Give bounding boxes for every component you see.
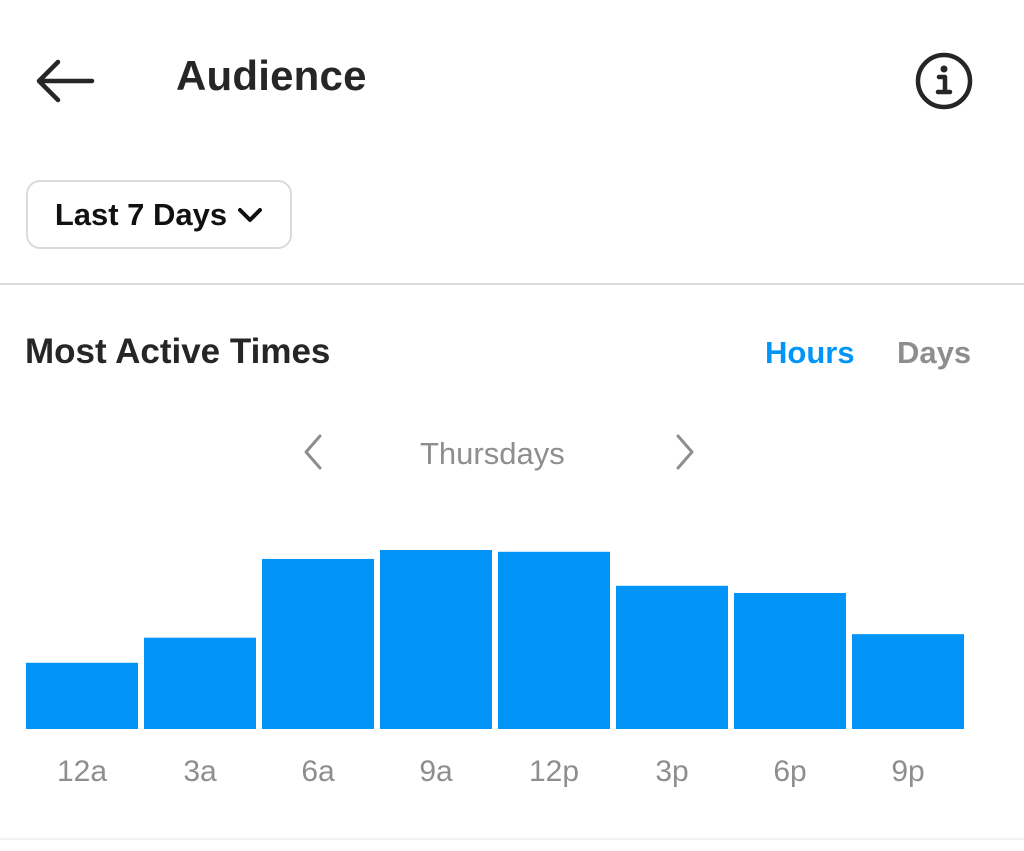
section-title: Most Active Times <box>25 332 331 371</box>
bar-9p[interactable] <box>852 634 964 729</box>
bar-6a[interactable] <box>262 558 374 729</box>
info-button[interactable] <box>914 52 974 112</box>
chevron-left-icon <box>304 434 322 470</box>
next-day-button[interactable] <box>670 430 700 474</box>
x-tick-label: 12p <box>529 755 579 788</box>
chevron-down-icon <box>238 207 263 222</box>
chevron-right-icon <box>676 434 694 470</box>
top-bar: Audience <box>0 0 1024 160</box>
bar-3a[interactable] <box>144 637 256 729</box>
bar-12p[interactable] <box>498 551 610 729</box>
bar-6p[interactable] <box>734 592 846 729</box>
bar-9a[interactable] <box>380 550 492 729</box>
back-button[interactable] <box>34 56 96 106</box>
toggle-days[interactable]: Days <box>897 335 971 371</box>
bar-12a[interactable] <box>26 662 138 729</box>
x-tick-label: 6a <box>301 755 335 788</box>
section-divider <box>0 283 1024 285</box>
x-tick-label: 3a <box>183 755 217 788</box>
x-tick-label: 12a <box>57 755 107 788</box>
bar-3p[interactable] <box>616 585 728 729</box>
info-circle-icon <box>915 52 973 110</box>
date-range-dropdown[interactable]: Last 7 Days <box>26 180 292 249</box>
toggle-hours[interactable]: Hours <box>765 335 855 371</box>
most-active-times-chart: 12a 3a 6a 9a 12p 3p 6p 9p <box>26 550 964 788</box>
arrow-left-icon <box>36 59 95 103</box>
x-tick-label: 6p <box>773 755 806 788</box>
previous-day-button[interactable] <box>298 430 328 474</box>
day-label: Thursdays <box>420 436 565 471</box>
bottom-divider <box>0 838 1024 840</box>
date-range-label: Last 7 Days <box>54 196 228 232</box>
x-tick-label: 3p <box>655 755 688 788</box>
x-tick-label: 9p <box>891 755 924 788</box>
x-tick-label: 9a <box>419 755 453 788</box>
page-title: Audience <box>176 52 367 99</box>
